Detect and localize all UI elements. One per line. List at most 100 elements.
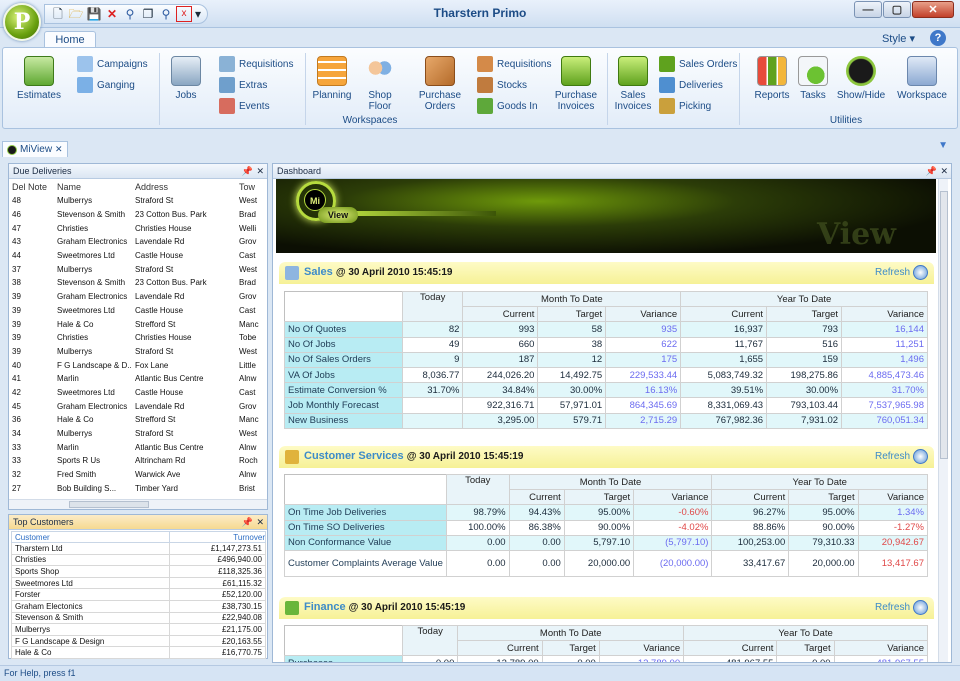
table-row[interactable]: Tharstern Ltd £1,147,273.51 [10,542,266,555]
table-cell: Sports Shop [10,565,171,578]
refresh-icon[interactable] [913,265,928,280]
table-row[interactable]: 45 Graham Electronics Lavendale Rd Grov [9,399,265,413]
close-button[interactable]: ✕ [912,1,954,18]
table-cell: Christies House [135,333,192,343]
miview-icon [7,144,17,155]
table-row[interactable]: Sweetmores Ltd £61,115.32 [10,576,266,590]
table-cell: 20,000.00 [563,549,635,577]
chevron-down-icon[interactable]: ▼ [938,140,948,151]
table-cell: Fox Lane [135,360,169,370]
scrollbar-thumb[interactable] [69,501,149,508]
due-deliveries-panel: Due Deliveries 📌 ✕ Del Note Name Address To… [8,163,268,510]
table-row[interactable]: Sports Shop £118,325.36 [10,565,266,578]
table-row[interactable]: 38 Stevenson & Smith 23 Cotton Bus. Park Br… [9,276,265,290]
show-hide-button[interactable]: Show/Hide [837,56,885,101]
table-row[interactable]: 32 Fred Smith Warwick Ave Alnw [9,468,265,482]
table-cell: 0.00 [508,534,565,551]
table-row[interactable]: 39 Sweetmores Ltd Castle House Cast [9,304,265,318]
sub-header: Variance [833,640,929,657]
events-button[interactable]: Events [219,98,270,114]
campaigns-button[interactable]: Campaigns [77,56,148,72]
tasks-button[interactable]: Tasks [797,56,829,101]
table-cell: F G Landscape & Design [10,634,171,648]
requisitions-button[interactable]: Requisitions [219,56,293,72]
table-cell: 0.00 [445,549,510,577]
refresh-link[interactable]: Refresh [875,267,910,278]
refresh-icon[interactable] [913,449,928,464]
table-row[interactable]: 33 Sports R Us Altrincham Rd Roch [9,454,265,468]
table-row[interactable]: 37 Mulberrys Straford St West [9,262,265,276]
table-row[interactable]: 39 Hale & Co Strefford St Manc [9,317,265,331]
pin-icon[interactable]: 📌 [242,164,253,178]
reports-button[interactable]: Reports [753,56,791,101]
horizontal-scrollbar[interactable] [9,499,267,509]
refresh-link[interactable]: Refresh [875,451,910,462]
scrollbar-thumb[interactable] [940,191,948,459]
close-icon[interactable]: ✕ [256,164,264,178]
table-cell: 0.00 [401,655,459,662]
picking-button[interactable]: Picking [659,98,711,114]
table-cell: 9 [401,351,464,368]
table-row[interactable]: 48 Mulberrys Straford St West [9,194,265,208]
stocks-button[interactable]: Stocks [477,77,527,93]
tab-miview[interactable]: MiView ✕ [2,141,68,157]
table-row[interactable]: Hale & Co £16,770.75 [10,646,266,659]
table-row[interactable]: 41 Marlin Atlantic Bus Centre Alnw [9,372,265,386]
table-row[interactable]: 46 Stevenson & Smith 23 Cotton Bus. Park Br… [9,208,265,222]
workspace-button[interactable]: Workspace [895,56,949,101]
requisitions2-button[interactable]: Requisitions [477,56,551,72]
table-row[interactable]: 40 F G Landscape & D... Fox Lane Little [9,358,265,372]
sub-header: Current [508,489,565,506]
close-tab-icon[interactable]: ✕ [55,144,63,155]
ganging-icon [77,77,93,93]
help-icon[interactable]: ? [930,30,946,46]
close-icon[interactable]: ✕ [256,515,264,529]
table-row[interactable]: 44 Sweetmores Ltd Castle House Cast [9,249,265,263]
purchase-invoices-button[interactable]: Purchase Invoices [553,56,599,112]
ganging-button[interactable]: Ganging [77,77,135,93]
pin-icon[interactable]: 📌 [242,515,253,529]
table-row[interactable]: Stevenson & Smith £22,940.08 [10,611,266,625]
calculator-icon [24,56,54,86]
minimize-button[interactable]: — [854,1,882,18]
table-row[interactable]: Mulberrys £21,175.00 [10,623,266,636]
table-cell: 100,253.00 [711,534,790,551]
shop-floor-button[interactable]: Shop Floor [361,56,399,112]
style-menu[interactable]: Style ▾ [882,32,915,45]
table-row[interactable]: Graham Electonics £38,730.15 [10,599,266,613]
table-row[interactable]: 42 Sweetmores Ltd Castle House Cast [9,386,265,400]
table-row[interactable]: 43 Graham Electronics Lavendale Rd Grov [9,235,265,249]
table-row[interactable]: 47 Christies Christies House Welli [9,221,265,235]
table-row[interactable]: 39 Mulberrys Straford St West [9,345,265,359]
money-icon [618,56,648,86]
sales-invoices-button[interactable]: Sales Invoices [611,56,655,112]
table-row[interactable]: 39 Graham Electronics Lavendale Rd Grov [9,290,265,304]
planning-button[interactable]: Planning [311,56,353,101]
group-header: Month To Date [462,290,682,308]
table-row[interactable]: 39 Christies Christies House Tobe [9,331,265,345]
pin-icon[interactable]: 📌 [926,164,937,178]
table-row[interactable]: 34 Mulberrys Straford St West [9,427,265,441]
table-row[interactable]: 36 Hale & Co Strefford St Manc [9,413,265,427]
table-row[interactable]: 27 Bob Building S... Timber Yard Brist [9,481,265,495]
table-row[interactable]: F G Landscape & Design £20,163.55 [10,634,266,648]
purchase-orders-button[interactable]: Purchase Orders [417,56,463,112]
jobs-button[interactable]: Jobs [168,56,204,101]
close-icon[interactable]: ✕ [940,164,948,178]
column-header: Del Note [9,179,54,194]
sales-orders-button[interactable]: Sales Orders [659,56,737,72]
estimates-button[interactable]: Estimates [17,56,61,101]
table-row[interactable]: Forster £52,120.00 [10,588,266,601]
table-row[interactable]: Christies £496,940.00 [10,553,266,567]
ribbon-separator [739,53,740,125]
refresh-icon[interactable] [913,600,928,615]
table-cell: 48 [12,196,21,206]
refresh-link[interactable]: Refresh [875,602,910,613]
extras-button[interactable]: Extras [219,77,267,93]
dashboard-scrollbar[interactable] [938,179,948,662]
table-row[interactable]: 33 Marlin Atlantic Bus Centre Alnw [9,440,265,454]
app-logo-button[interactable]: P [3,3,41,41]
goods-in-button[interactable]: Goods In [477,98,538,114]
maximize-button[interactable]: ▢ [883,1,911,18]
deliveries-button[interactable]: Deliveries [659,77,723,93]
